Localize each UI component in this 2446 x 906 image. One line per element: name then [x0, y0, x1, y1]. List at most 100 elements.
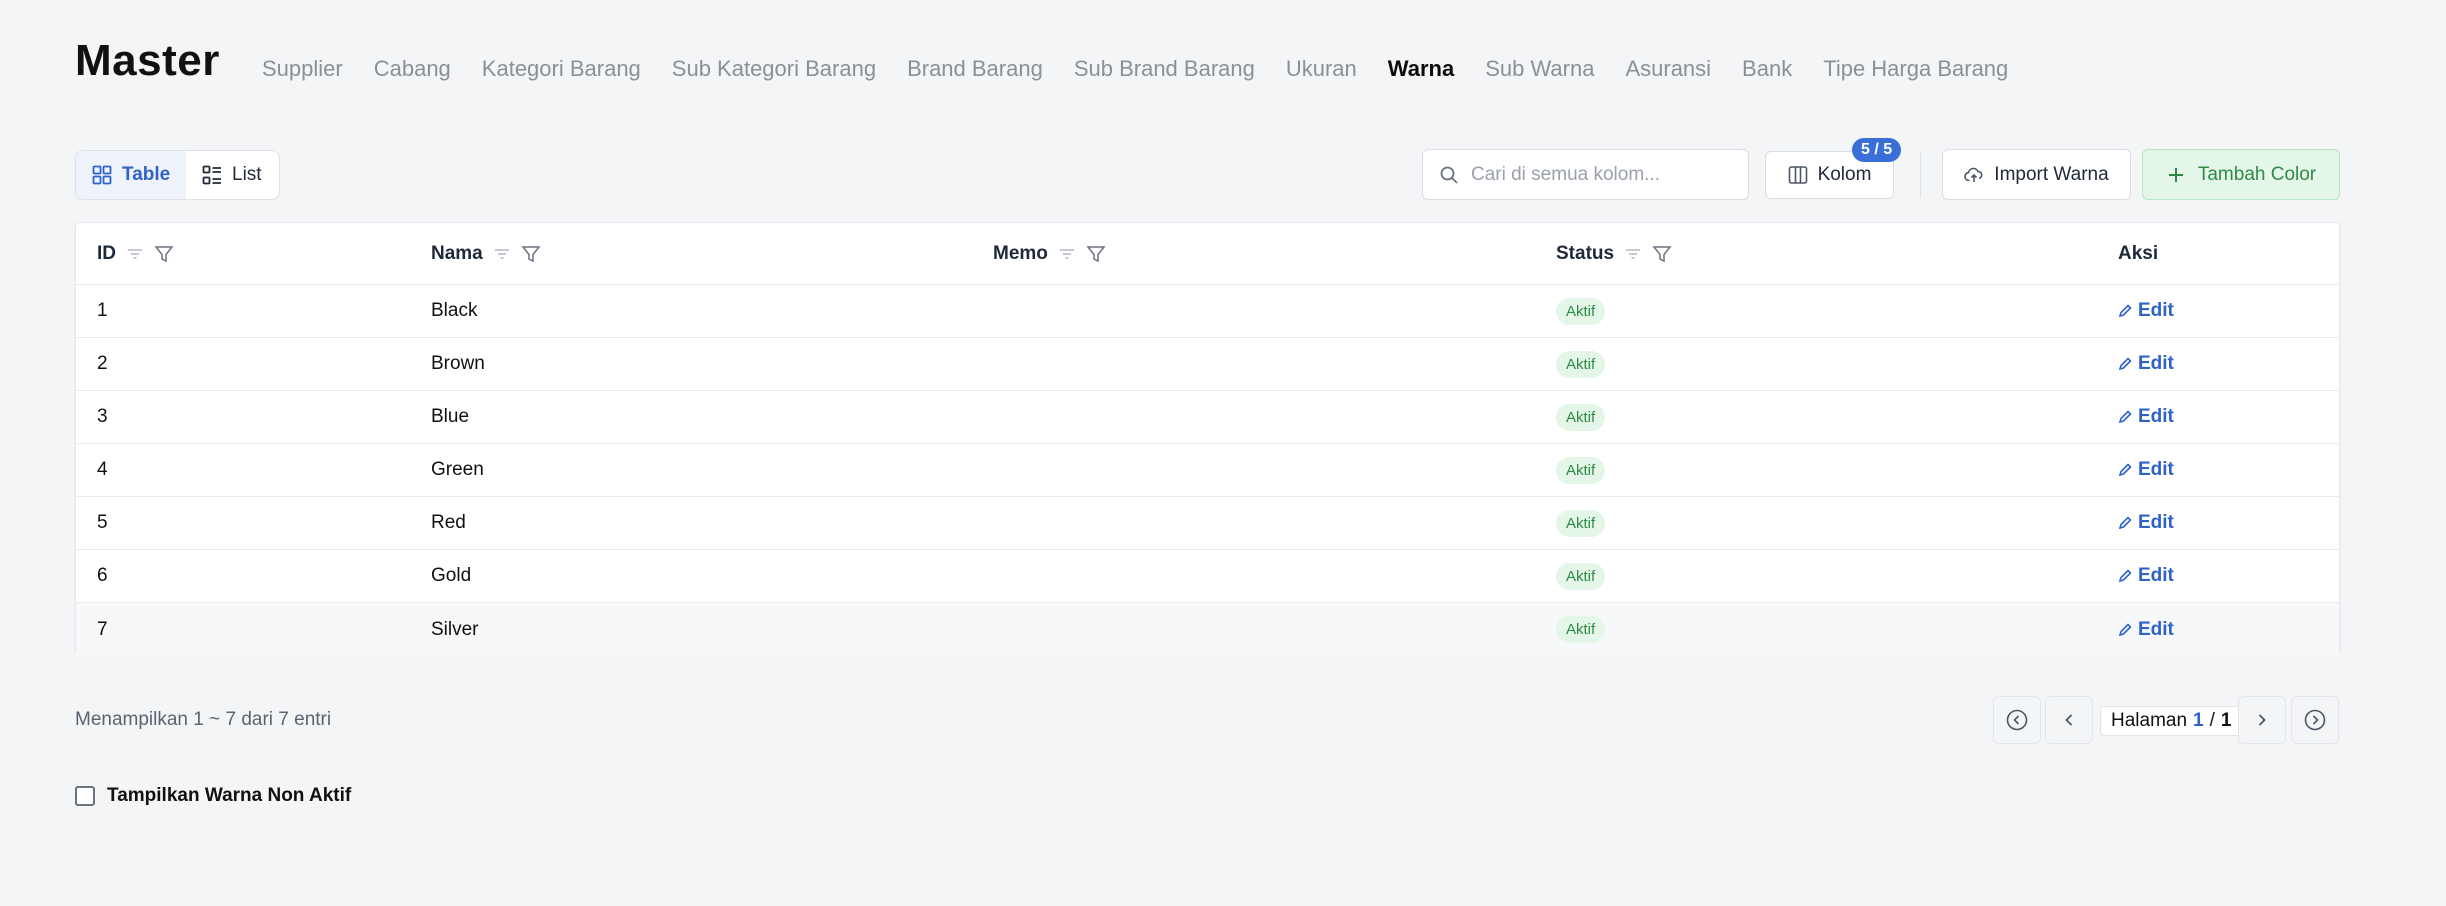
- nav-item-kategori-barang[interactable]: Kategori Barang: [482, 56, 641, 82]
- header-memo: Memo: [972, 243, 1535, 265]
- pencil-icon: [2118, 622, 2132, 637]
- entries-info: Menampilkan 1 ~ 7 dari 7 entri: [75, 709, 332, 730]
- status-badge: Aktif: [1556, 403, 1606, 431]
- filter-icon[interactable]: [1652, 244, 1672, 264]
- cell-id: 6: [97, 565, 108, 586]
- nav-item-cabang[interactable]: Cabang: [374, 56, 451, 82]
- filter-icon[interactable]: [1086, 244, 1106, 264]
- cell-status: Aktif: [1535, 616, 2097, 643]
- status-badge: Aktif: [1556, 616, 1606, 643]
- cell-nama: Gold: [431, 565, 472, 586]
- header-memo-label: Memo: [993, 242, 1048, 264]
- add-color-label: Tambah Color: [2197, 163, 2317, 185]
- table-row: 1 Black Aktif Edit: [76, 285, 2339, 338]
- cell-status: Aktif: [1535, 562, 2097, 590]
- header-id-label: ID: [97, 242, 116, 264]
- cell-id: 4: [97, 459, 108, 480]
- edit-label: Edit: [2138, 459, 2174, 480]
- nav-item-sub-brand-barang[interactable]: Sub Brand Barang: [1074, 56, 1255, 82]
- show-inactive-label: Tampilkan Warna Non Aktif: [107, 785, 352, 806]
- cell-status: Aktif: [1535, 350, 2097, 378]
- view-table-button[interactable]: Table: [76, 151, 186, 199]
- header-id: ID: [76, 243, 410, 265]
- nav-item-sub-warna[interactable]: Sub Warna: [1485, 56, 1594, 82]
- cell-nama: Brown: [431, 353, 485, 374]
- edit-label: Edit: [2138, 353, 2174, 374]
- cell-nama: Red: [431, 512, 466, 533]
- plus-icon: [2166, 165, 2186, 185]
- filter-icon[interactable]: [154, 244, 174, 264]
- view-list-label: List: [232, 164, 262, 185]
- page-total: 1: [2220, 710, 2232, 731]
- show-inactive-checkbox[interactable]: [75, 786, 95, 806]
- last-page-icon: [2303, 708, 2327, 732]
- nav-item-warna[interactable]: Warna: [1388, 56, 1454, 82]
- nav-item-supplier[interactable]: Supplier: [262, 56, 343, 82]
- edit-button[interactable]: Edit: [2118, 459, 2174, 481]
- status-badge: Aktif: [1556, 562, 1606, 590]
- data-table: ID Nama Memo Status Aksi 1 Black Aktif E…: [75, 222, 2340, 656]
- edit-label: Edit: [2138, 512, 2174, 533]
- show-inactive-toggle: Tampilkan Warna Non Aktif: [75, 785, 351, 807]
- cell-id: 7: [97, 618, 108, 640]
- edit-button[interactable]: Edit: [2118, 512, 2174, 534]
- cell-id: 1: [97, 300, 108, 321]
- table-row: 6 Gold Aktif Edit: [76, 550, 2339, 603]
- edit-label: Edit: [2138, 406, 2174, 427]
- sort-icon[interactable]: [126, 245, 144, 263]
- add-color-button[interactable]: Tambah Color: [2142, 149, 2340, 200]
- search-input[interactable]: [1471, 163, 1731, 186]
- view-list-button[interactable]: List: [186, 151, 278, 199]
- nav-item-brand-barang[interactable]: Brand Barang: [907, 56, 1043, 82]
- search-icon: [1439, 165, 1459, 185]
- sort-icon[interactable]: [1624, 245, 1642, 263]
- pencil-icon: [2118, 304, 2132, 318]
- header-status-label: Status: [1556, 242, 1615, 264]
- cell-aksi: Edit: [2097, 353, 2339, 375]
- prev-page-button[interactable]: [2045, 696, 2093, 744]
- cell-aksi: Edit: [2097, 459, 2339, 481]
- filter-icon[interactable]: [521, 244, 541, 264]
- table-row: 3 Blue Aktif Edit: [76, 391, 2339, 444]
- nav-item-bank[interactable]: Bank: [1742, 56, 1792, 82]
- first-page-button[interactable]: [1993, 696, 2041, 744]
- nav-item-tipe-harga-barang[interactable]: Tipe Harga Barang: [1823, 56, 2008, 82]
- sort-icon[interactable]: [1058, 245, 1076, 263]
- kolom-label: Kolom: [1817, 164, 1872, 185]
- cell-id: 2: [97, 353, 108, 374]
- grid-icon: [92, 165, 112, 185]
- last-page-button[interactable]: [2291, 696, 2339, 744]
- pencil-icon: [2118, 516, 2132, 530]
- header-aksi: Aksi: [2097, 243, 2339, 265]
- toolbar-divider: [1920, 152, 1921, 198]
- edit-button[interactable]: Edit: [2118, 406, 2174, 428]
- header-status: Status: [1535, 243, 2097, 265]
- import-button[interactable]: Import Warna: [1942, 149, 2131, 200]
- cell-id: 3: [97, 406, 108, 427]
- pencil-icon: [2118, 357, 2132, 371]
- table-row: 2 Brown Aktif Edit: [76, 338, 2339, 391]
- nav-item-ukuran[interactable]: Ukuran: [1286, 56, 1357, 82]
- page-title: Master: [75, 36, 220, 85]
- table-row: 7 Silver Aktif Edit: [76, 603, 2339, 656]
- status-badge: Aktif: [1556, 509, 1606, 537]
- edit-button[interactable]: Edit: [2118, 353, 2174, 375]
- cell-aksi: Edit: [2097, 619, 2339, 641]
- next-page-button[interactable]: [2238, 696, 2286, 744]
- view-toggle: Table List: [75, 150, 280, 200]
- edit-button[interactable]: Edit: [2118, 619, 2174, 641]
- edit-button[interactable]: Edit: [2118, 565, 2174, 587]
- status-badge: Aktif: [1556, 350, 1606, 378]
- nav-item-asuransi[interactable]: Asuransi: [1625, 56, 1711, 82]
- page-indicator: Halaman 1 / 1: [2100, 706, 2243, 736]
- sort-icon[interactable]: [493, 245, 511, 263]
- list-icon: [202, 165, 222, 185]
- nav-item-sub-kategori-barang[interactable]: Sub Kategori Barang: [672, 56, 876, 82]
- edit-button[interactable]: Edit: [2118, 300, 2174, 322]
- cell-status: Aktif: [1535, 509, 2097, 537]
- chevron-right-icon: [2252, 710, 2272, 730]
- page-separator: /: [2209, 710, 2215, 731]
- cell-nama: Green: [431, 459, 484, 480]
- first-page-icon: [2005, 708, 2029, 732]
- status-badge: Aktif: [1556, 297, 1606, 325]
